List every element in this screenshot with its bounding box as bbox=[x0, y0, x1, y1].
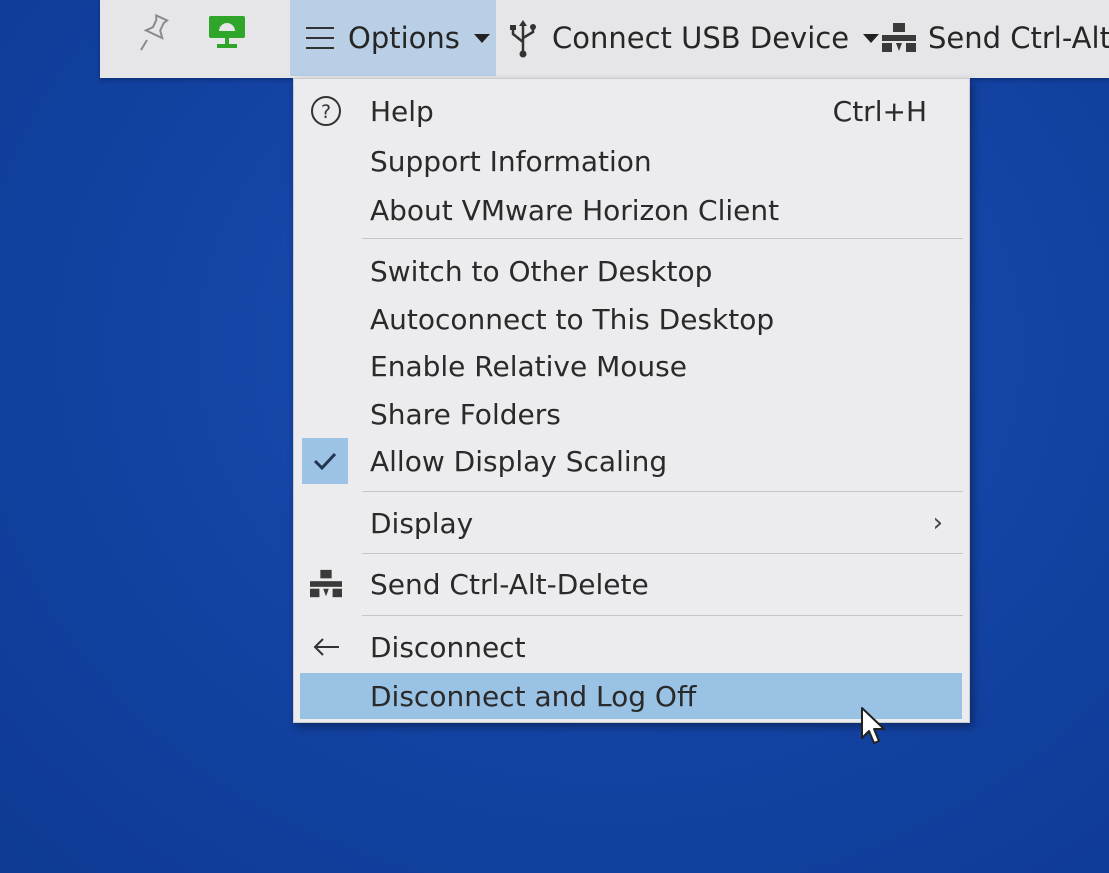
menu-item-label: Allow Display Scaling bbox=[370, 444, 668, 478]
menu-item-display[interactable]: Display › bbox=[294, 500, 969, 546]
menu-separator bbox=[362, 615, 963, 616]
menu-separator bbox=[362, 491, 963, 492]
send-ctrl-alt-label: Send Ctrl-Alt- bbox=[928, 21, 1109, 55]
hamburger-icon bbox=[306, 27, 334, 49]
connect-usb-label: Connect USB Device bbox=[552, 21, 850, 55]
menu-item-share-folders[interactable]: Share Folders bbox=[294, 391, 969, 437]
chevron-right-icon: › bbox=[932, 508, 943, 538]
chevron-down-icon bbox=[863, 33, 880, 43]
menu-item-label: Share Folders bbox=[370, 397, 561, 431]
menu-item-send-ctrl-alt-delete[interactable]: Send Ctrl-Alt-Delete bbox=[294, 561, 969, 607]
menu-item-autoconnect[interactable]: Autoconnect to This Desktop bbox=[294, 296, 969, 342]
monitor-icon[interactable] bbox=[204, 10, 250, 54]
network-keys-icon bbox=[302, 561, 350, 607]
menu-separator bbox=[362, 238, 963, 239]
menu-item-label: Switch to Other Desktop bbox=[370, 254, 713, 288]
options-menu-button[interactable]: Options bbox=[290, 0, 496, 76]
menu-item-label: Autoconnect to This Desktop bbox=[370, 302, 775, 336]
help-icon: ? bbox=[302, 88, 350, 134]
menu-item-label: Support Information bbox=[370, 144, 652, 178]
horizon-toolbar: Options Connect USB Device Send Ctrl-Alt… bbox=[100, 0, 1109, 78]
menu-item-about[interactable]: About VMware Horizon Client bbox=[294, 187, 969, 233]
menu-item-support-information[interactable]: Support Information bbox=[294, 138, 969, 184]
menu-item-help[interactable]: ? Help Ctrl+H bbox=[294, 88, 969, 134]
svg-text:?: ? bbox=[321, 101, 331, 123]
checkmark-icon bbox=[302, 438, 348, 484]
connect-usb-device-button[interactable]: Connect USB Device bbox=[508, 0, 880, 76]
menu-item-relative-mouse[interactable]: Enable Relative Mouse bbox=[294, 343, 969, 389]
keyboard-shortcut: Ctrl+H bbox=[832, 94, 927, 128]
pin-icon[interactable] bbox=[132, 10, 172, 54]
menu-item-label: Help bbox=[370, 94, 434, 128]
options-dropdown-menu: ? Help Ctrl+H Support Information About … bbox=[293, 78, 970, 723]
send-ctrl-alt-delete-button[interactable]: Send Ctrl-Alt- bbox=[880, 0, 1109, 76]
usb-icon bbox=[510, 20, 536, 58]
menu-item-label: Send Ctrl-Alt-Delete bbox=[370, 567, 649, 601]
chevron-down-icon bbox=[473, 33, 490, 43]
menu-item-disconnect[interactable]: Disconnect bbox=[294, 624, 969, 670]
menu-item-allow-display-scaling[interactable]: Allow Display Scaling bbox=[294, 438, 969, 484]
mouse-pointer-icon bbox=[860, 706, 888, 750]
menu-item-label: About VMware Horizon Client bbox=[370, 193, 780, 227]
menu-item-label: Disconnect and Log Off bbox=[370, 679, 697, 713]
arrow-left-icon bbox=[302, 624, 350, 670]
menu-item-switch-desktop[interactable]: Switch to Other Desktop bbox=[294, 248, 969, 294]
menu-item-label: Enable Relative Mouse bbox=[370, 349, 687, 383]
menu-item-label: Display bbox=[370, 506, 474, 540]
menu-item-label: Disconnect bbox=[370, 630, 526, 664]
options-label: Options bbox=[348, 21, 460, 55]
network-keys-icon bbox=[882, 23, 916, 52]
menu-separator bbox=[362, 553, 963, 554]
